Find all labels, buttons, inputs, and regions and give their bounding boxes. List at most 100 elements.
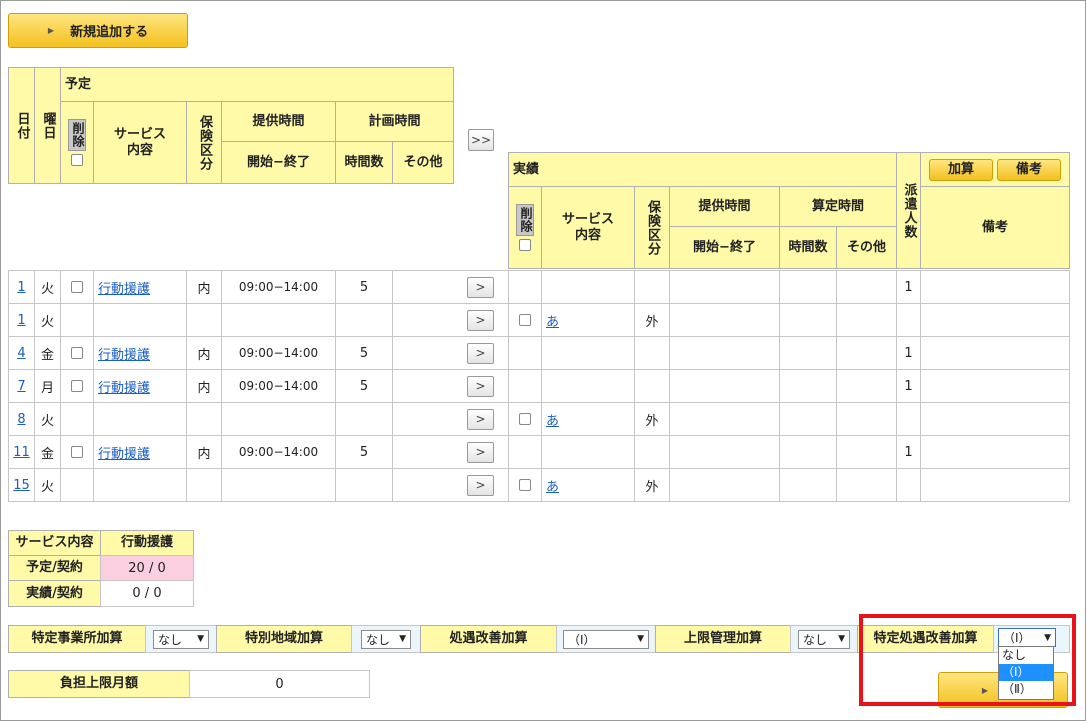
dropdown-option[interactable]: （Ⅰ） bbox=[999, 664, 1053, 681]
cell-plan-hours: 5 bbox=[335, 369, 393, 403]
addition-cell-special-area: なし ▼ bbox=[351, 625, 421, 653]
header-actual-insurance: 保険区分 bbox=[634, 186, 670, 269]
cell-copy: > bbox=[453, 369, 508, 403]
cell-actual-service bbox=[541, 270, 635, 304]
weekday-text: 火 bbox=[40, 281, 54, 297]
specific-office-select[interactable]: なし ▼ bbox=[153, 629, 209, 649]
cell-actual-time bbox=[669, 336, 780, 370]
cell-actual-service: あ bbox=[541, 402, 635, 436]
copy-all-button[interactable]: >> bbox=[468, 129, 494, 151]
actual-select-all-checkbox[interactable] bbox=[519, 239, 531, 251]
header-day: 日付 bbox=[8, 67, 35, 184]
limit-management-select[interactable]: なし ▼ bbox=[798, 629, 850, 649]
copy-row-button[interactable]: > bbox=[467, 309, 494, 331]
cell-plan-insurance: 内 bbox=[186, 369, 222, 403]
cell-actual-insurance bbox=[634, 270, 670, 304]
plan-service-link[interactable]: 行動援護 bbox=[98, 443, 150, 462]
cell-day: 11 bbox=[8, 435, 35, 469]
header-actual-service: サービス内容 bbox=[541, 186, 635, 269]
dropdown-option[interactable]: なし bbox=[999, 647, 1053, 664]
treatment-select[interactable]: （Ⅰ） ▼ bbox=[563, 629, 649, 649]
plan-service-link[interactable]: 行動援護 bbox=[98, 278, 150, 297]
cell-notes bbox=[920, 303, 1070, 337]
plan-delete-checkbox[interactable] bbox=[71, 446, 83, 458]
arrow-right-icon: ▶ bbox=[47, 26, 55, 35]
plan-service-link[interactable]: 行動援護 bbox=[98, 344, 150, 363]
copy-row-button[interactable]: > bbox=[467, 408, 494, 430]
actual-service-link[interactable]: あ bbox=[546, 311, 559, 330]
day-link[interactable]: 4 bbox=[17, 346, 25, 361]
add-new-button[interactable]: ▶ 新規追加する bbox=[8, 13, 188, 48]
notes-button[interactable]: 備考 bbox=[997, 158, 1061, 181]
cell-actual-time bbox=[669, 435, 780, 469]
dropdown-option[interactable]: （Ⅱ） bbox=[999, 681, 1053, 698]
plan-insurance-text: 内 bbox=[197, 281, 211, 297]
copy-row-button[interactable]: > bbox=[467, 342, 494, 364]
cell-plan-service: 行動援護 bbox=[93, 270, 187, 304]
cell-actual-hours bbox=[779, 468, 837, 502]
summary-plan-label: 予定/契約 bbox=[8, 555, 101, 581]
cell-actual-delete bbox=[508, 270, 542, 304]
cell-plan-service bbox=[93, 402, 187, 436]
plan-select-all-checkbox[interactable] bbox=[71, 154, 83, 166]
cell-actual-other bbox=[836, 303, 897, 337]
actual-delete-all-button[interactable]: 削除 bbox=[516, 204, 534, 236]
cell-actual-other bbox=[836, 435, 897, 469]
day-link[interactable]: 8 bbox=[17, 412, 25, 427]
copy-row-button[interactable]: > bbox=[467, 276, 494, 298]
cell-plan-delete bbox=[60, 468, 94, 502]
plan-hours-text: 5 bbox=[359, 444, 369, 460]
copy-row-button[interactable]: > bbox=[467, 474, 494, 496]
plan-delete-checkbox[interactable] bbox=[71, 380, 83, 392]
day-link[interactable]: 1 bbox=[17, 280, 25, 295]
plan-hours-text: 5 bbox=[359, 279, 369, 295]
actual-service-link[interactable]: あ bbox=[546, 476, 559, 495]
addition-button[interactable]: 加算 bbox=[929, 158, 993, 181]
cell-actual-hours bbox=[779, 369, 837, 403]
dispatch-count-text: 1 bbox=[904, 378, 913, 394]
copy-row-button[interactable]: > bbox=[467, 375, 494, 397]
header-actual-startend: 開始−終了 bbox=[669, 226, 780, 269]
day-link[interactable]: 15 bbox=[13, 478, 30, 493]
cell-day: 7 bbox=[8, 369, 35, 403]
specific-treatment-select[interactable]: （Ⅰ） ▼ bbox=[998, 628, 1056, 647]
plan-time-text: 09:00−14:00 bbox=[238, 445, 319, 459]
arrow-right-icon: ▶ bbox=[981, 685, 989, 695]
plan-service-link[interactable]: 行動援護 bbox=[98, 377, 150, 396]
addition-cell-limit-management: なし ▼ bbox=[790, 625, 858, 653]
cell-notes bbox=[920, 468, 1070, 502]
chevron-down-icon: ▼ bbox=[399, 634, 406, 644]
delete-all-button[interactable]: 削除 bbox=[68, 119, 86, 151]
special-area-select[interactable]: なし ▼ bbox=[361, 629, 411, 649]
day-link[interactable]: 11 bbox=[13, 445, 30, 460]
cell-day: 1 bbox=[8, 270, 35, 304]
cell-plan-service: 行動援護 bbox=[93, 369, 187, 403]
cell-plan-hours: 5 bbox=[335, 435, 393, 469]
cell-plan-delete bbox=[60, 402, 94, 436]
plan-insurance-text: 内 bbox=[197, 380, 211, 396]
cell-actual-time bbox=[669, 369, 780, 403]
actual-delete-checkbox[interactable] bbox=[519, 479, 531, 491]
actual-service-link[interactable]: あ bbox=[546, 410, 559, 429]
header-actual-provide: 提供時間 bbox=[669, 186, 780, 227]
cell-actual-delete bbox=[508, 336, 542, 370]
cell-plan-insurance: 内 bbox=[186, 435, 222, 469]
header-notes: 備考 bbox=[920, 186, 1070, 269]
header-plan-startend: 開始−終了 bbox=[221, 141, 336, 184]
day-link[interactable]: 7 bbox=[17, 379, 25, 394]
cell-plan-time bbox=[221, 402, 336, 436]
cell-plan-time: 09:00−14:00 bbox=[221, 435, 336, 469]
plan-delete-checkbox[interactable] bbox=[71, 347, 83, 359]
plan-delete-checkbox[interactable] bbox=[71, 281, 83, 293]
cell-plan-other bbox=[392, 435, 454, 469]
specific-treatment-dropdown: なし （Ⅰ） （Ⅱ） bbox=[998, 646, 1054, 700]
cell-weekday: 金 bbox=[34, 435, 61, 469]
actual-delete-checkbox[interactable] bbox=[519, 413, 531, 425]
cell-plan-service bbox=[93, 303, 187, 337]
day-link[interactable]: 1 bbox=[17, 313, 25, 328]
cell-plan-hours: 5 bbox=[335, 270, 393, 304]
actual-delete-checkbox[interactable] bbox=[519, 314, 531, 326]
cell-notes bbox=[920, 336, 1070, 370]
copy-row-button[interactable]: > bbox=[467, 441, 494, 463]
cell-plan-other bbox=[392, 270, 454, 304]
